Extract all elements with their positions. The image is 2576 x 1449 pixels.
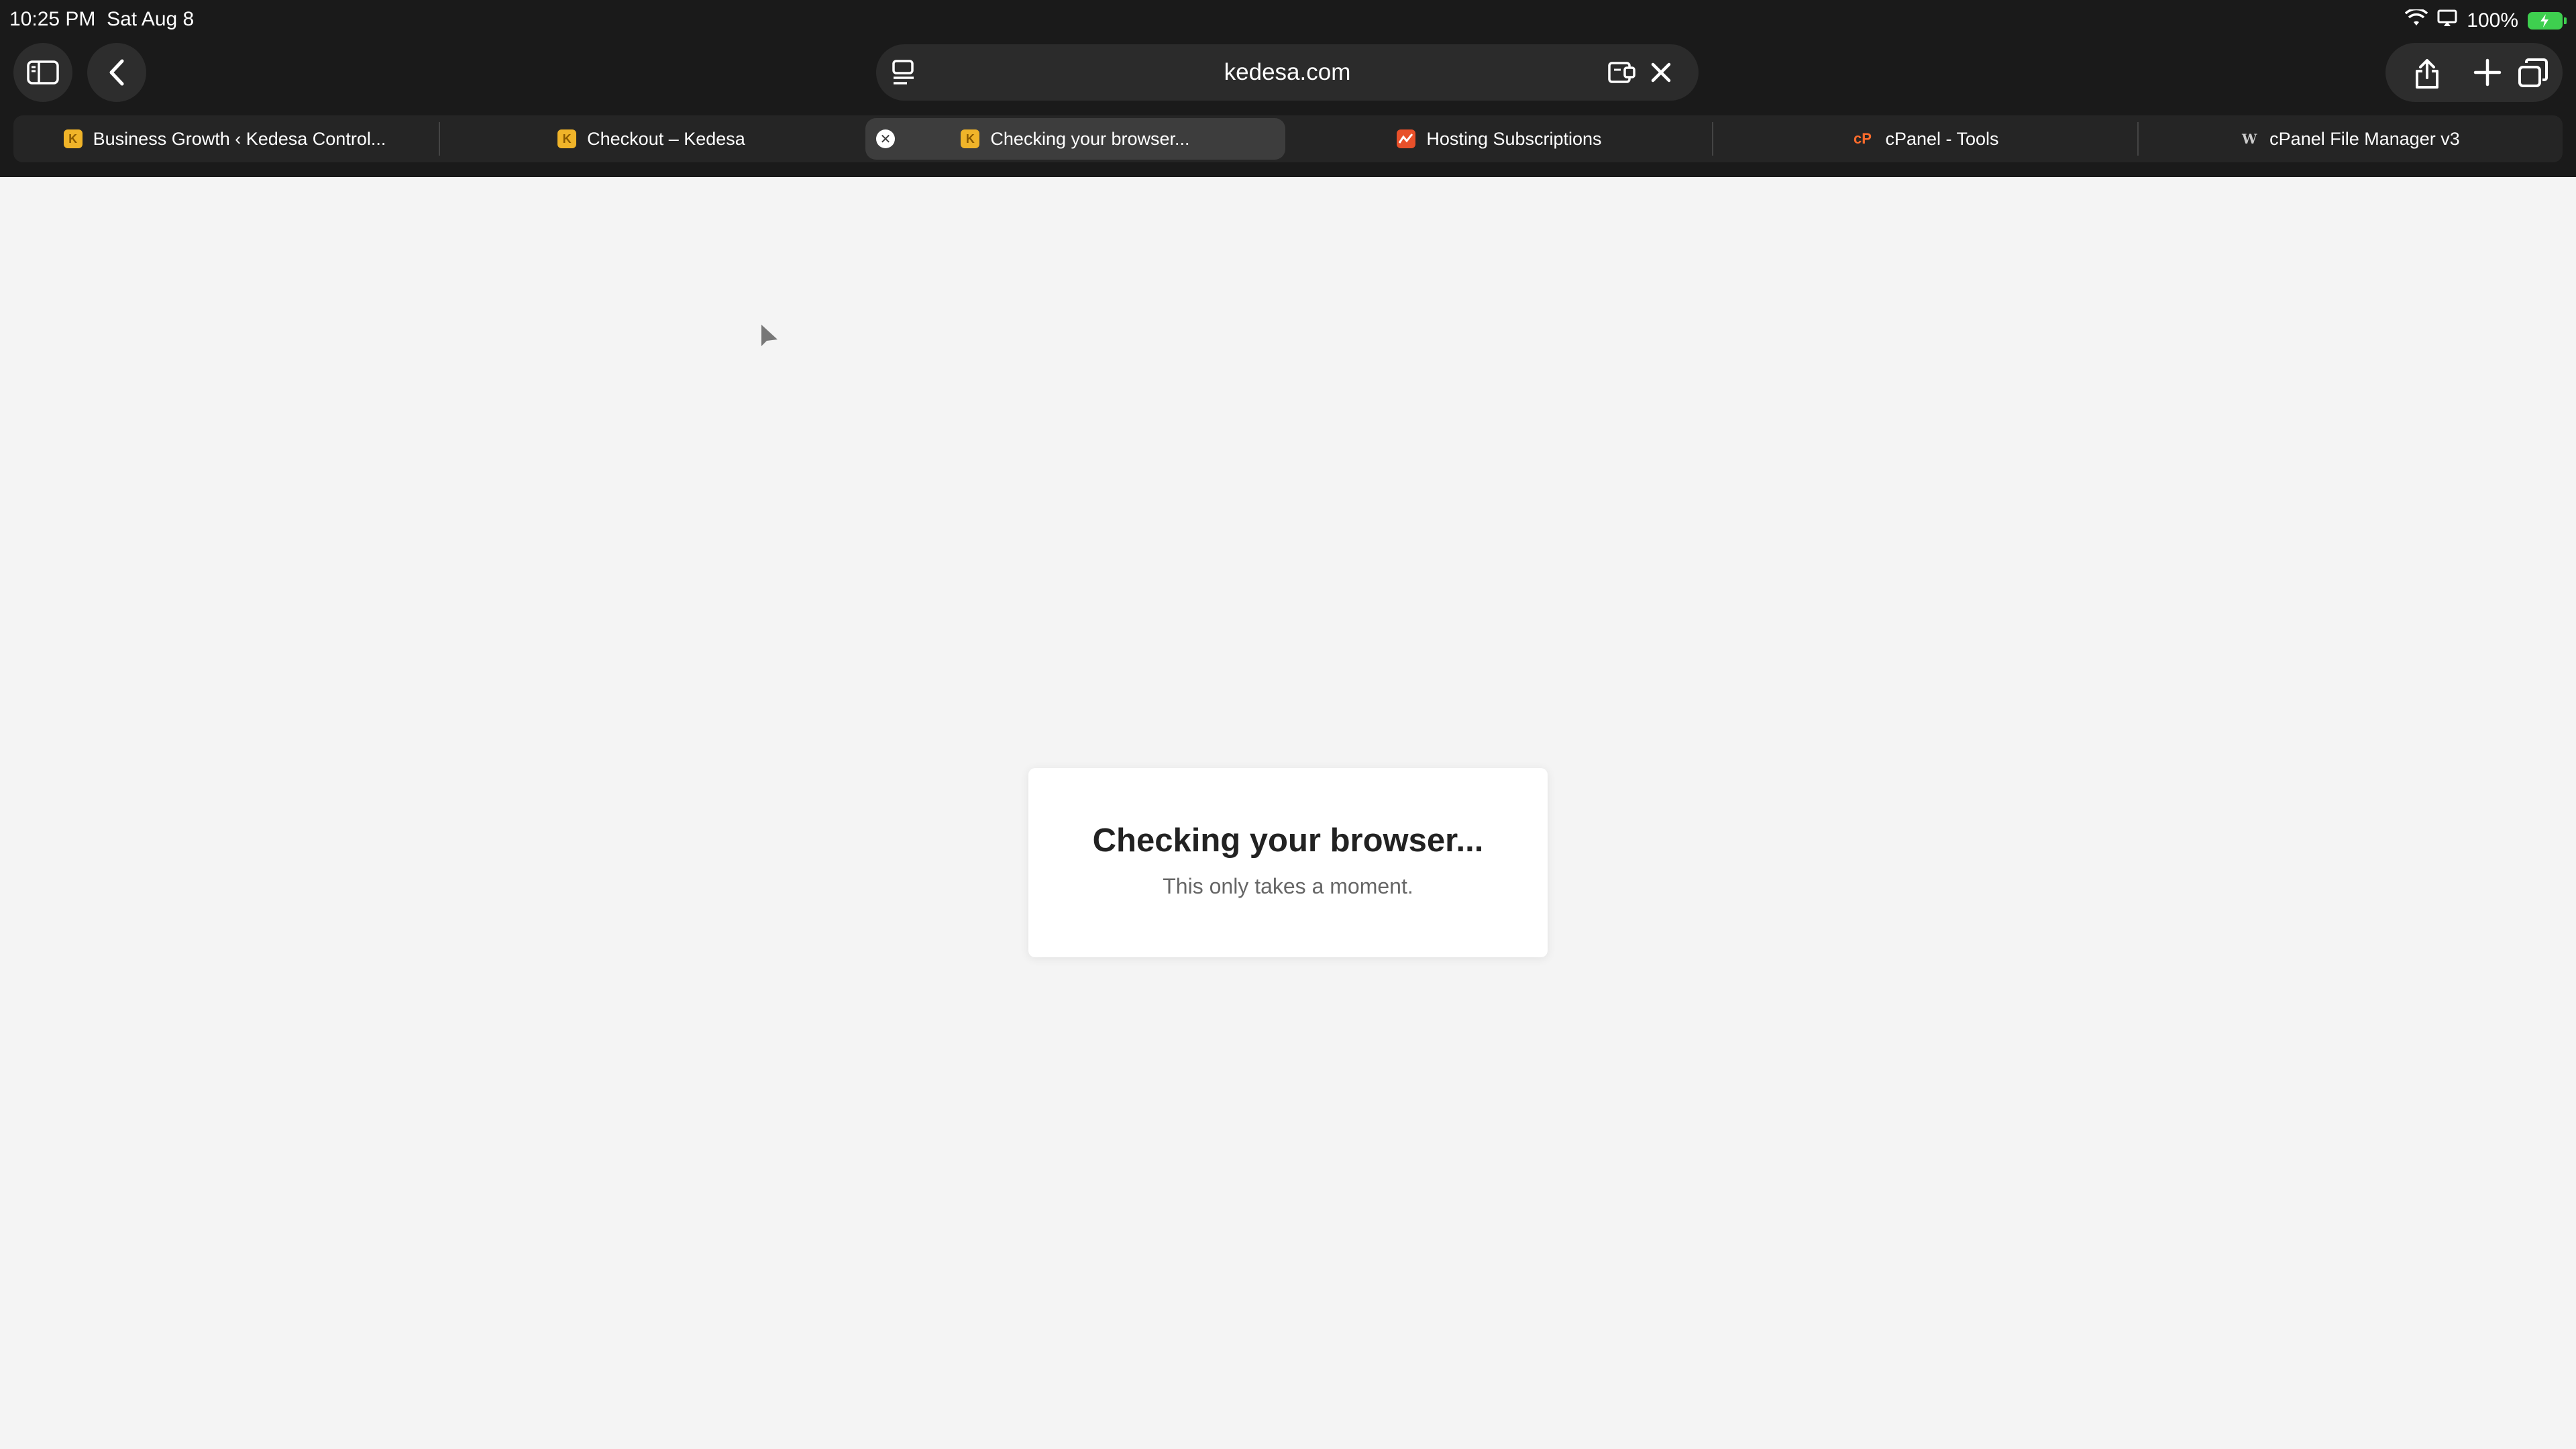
battery-percent: 100% <box>2467 9 2518 32</box>
tab-checkout[interactable]: K Checkout – Kedesa <box>440 115 863 162</box>
status-time-text: 10:25 PM <box>9 8 96 30</box>
tab-close-icon[interactable]: ✕ <box>876 129 895 148</box>
screen-mirroring-icon <box>2437 9 2457 32</box>
tab-label: Checking your browser... <box>990 128 1190 149</box>
toolbar-right-group <box>2385 43 2563 102</box>
kedesa-favicon-icon: K <box>961 129 980 148</box>
close-icon[interactable] <box>1648 59 1674 89</box>
tab-cpanel-tools[interactable]: cP cPanel - Tools <box>1713 115 2136 162</box>
plus-icon[interactable] <box>2473 58 2502 91</box>
page-subtitle: This only takes a moment. <box>1163 874 1413 898</box>
cpanel-favicon-icon: cP <box>1853 130 1872 147</box>
status-date: Sat Aug 8 <box>107 8 195 30</box>
hosting-favicon-icon <box>1397 129 1416 148</box>
tab-bar: K Business Growth ‹ Kedesa Control... K … <box>13 115 2563 162</box>
extension-icon[interactable] <box>1607 59 1637 89</box>
share-icon[interactable] <box>2414 58 2440 93</box>
tab-label: cPanel File Manager v3 <box>2269 128 2460 149</box>
tab-business-growth[interactable]: K Business Growth ‹ Kedesa Control... <box>13 115 436 162</box>
kedesa-favicon-icon: K <box>557 129 577 148</box>
back-chevron-icon <box>109 59 124 86</box>
tab-hosting-subscriptions[interactable]: Hosting Subscriptions <box>1288 115 1711 162</box>
tab-label: Business Growth ‹ Kedesa Control... <box>93 128 386 149</box>
address-bar[interactable]: kedesa.com <box>876 44 1699 146</box>
wordpress-favicon-icon: W <box>2241 131 2257 147</box>
tab-checking-browser[interactable]: ✕ K Checking your browser... <box>865 118 1285 160</box>
browser-check-card: Checking your browser... This only takes… <box>1028 768 1548 957</box>
tab-label: Hosting Subscriptions <box>1426 128 1602 149</box>
tab-label: Checkout – Kedesa <box>587 128 745 149</box>
sidebar-button[interactable] <box>13 43 72 102</box>
battery-icon <box>2528 12 2567 30</box>
kedesa-favicon-icon: K <box>63 129 83 148</box>
pointer-cursor-icon <box>759 323 780 354</box>
back-button[interactable] <box>87 43 146 102</box>
page-title: Checking your browser... <box>1092 822 1484 859</box>
status-right: 100% <box>2405 7 2567 35</box>
tabs-overview-icon[interactable] <box>2517 58 2549 92</box>
browser-chrome: 10:25 PM Sat Aug 8 100% kedesa.com K Bus… <box>0 0 2576 177</box>
status-time: 10:25 PM Sat Aug 8 <box>9 8 194 31</box>
tab-cpanel-file-manager[interactable]: W cPanel File Manager v3 <box>2139 115 2561 162</box>
address-text: kedesa.com <box>1224 59 1351 85</box>
sidebar-icon <box>27 60 59 85</box>
tab-label: cPanel - Tools <box>1885 128 1999 149</box>
wifi-icon <box>2405 7 2428 32</box>
